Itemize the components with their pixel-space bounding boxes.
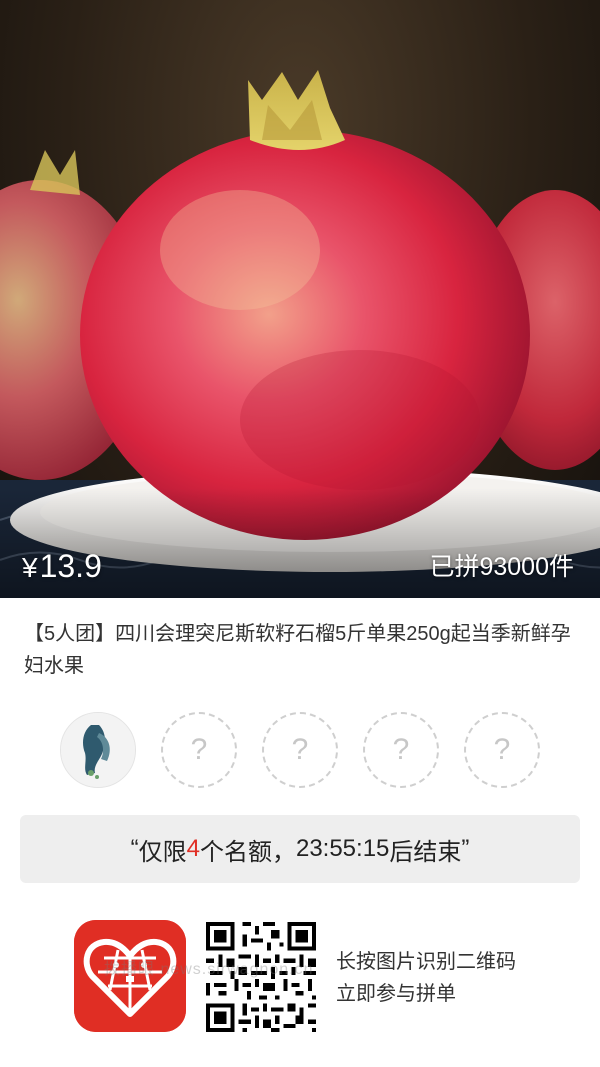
question-mark-icon: ? bbox=[291, 733, 309, 766]
qr-instructions: 长按图片识别二维码 立即参与拼单 bbox=[336, 946, 516, 1010]
group-members: ? ? ? ? bbox=[60, 712, 540, 792]
remaining-slots-count: 4 bbox=[186, 835, 200, 862]
countdown-prefix: 仅限 bbox=[138, 838, 187, 866]
group-buy-share-card: ¥13.9 已拼93000件 【5人团】四川会理突尼斯软籽石榴5斤单果250g起… bbox=[0, 0, 600, 1067]
price-value: 13.9 bbox=[39, 548, 102, 584]
group-price: ¥13.9 bbox=[22, 544, 102, 590]
member-avatar[interactable] bbox=[60, 712, 136, 788]
member-slot-empty: ? bbox=[363, 712, 439, 788]
member-slot-empty: ? bbox=[161, 712, 237, 788]
countdown-middle: 个名额， bbox=[199, 838, 296, 866]
question-mark-icon: ? bbox=[392, 733, 410, 766]
question-mark-icon: ? bbox=[190, 733, 208, 766]
countdown-timer: 23:55:15 bbox=[295, 835, 390, 862]
countdown-suffix: 后结束 bbox=[389, 838, 462, 866]
open-quote: “ bbox=[130, 835, 139, 862]
qr-tip-line1: 长按图片识别二维码 bbox=[336, 951, 516, 973]
sold-count: 已拼93000件 bbox=[429, 553, 574, 581]
qr-tip-line2: 立即参与拼单 bbox=[336, 983, 456, 1005]
question-mark-icon: ? bbox=[493, 733, 511, 766]
price-currency: ¥ bbox=[22, 552, 38, 583]
member-slot-empty: ? bbox=[262, 712, 338, 788]
close-quote: ” bbox=[461, 835, 470, 862]
product-title[interactable]: 【5人团】四川会理突尼斯软籽石榴5斤单果250g起当季新鲜孕妇水果 bbox=[24, 618, 576, 682]
watermark-text: 拨播眼 news.sirwagnon.cn bbox=[104, 961, 314, 978]
avatar-icon bbox=[61, 713, 135, 787]
product-image[interactable]: ¥13.9 已拼93000件 bbox=[0, 0, 600, 598]
countdown-banner: “仅限 4 个名额， 23:55:15 后结束” bbox=[20, 815, 580, 883]
member-slot-empty: ? bbox=[464, 712, 540, 788]
